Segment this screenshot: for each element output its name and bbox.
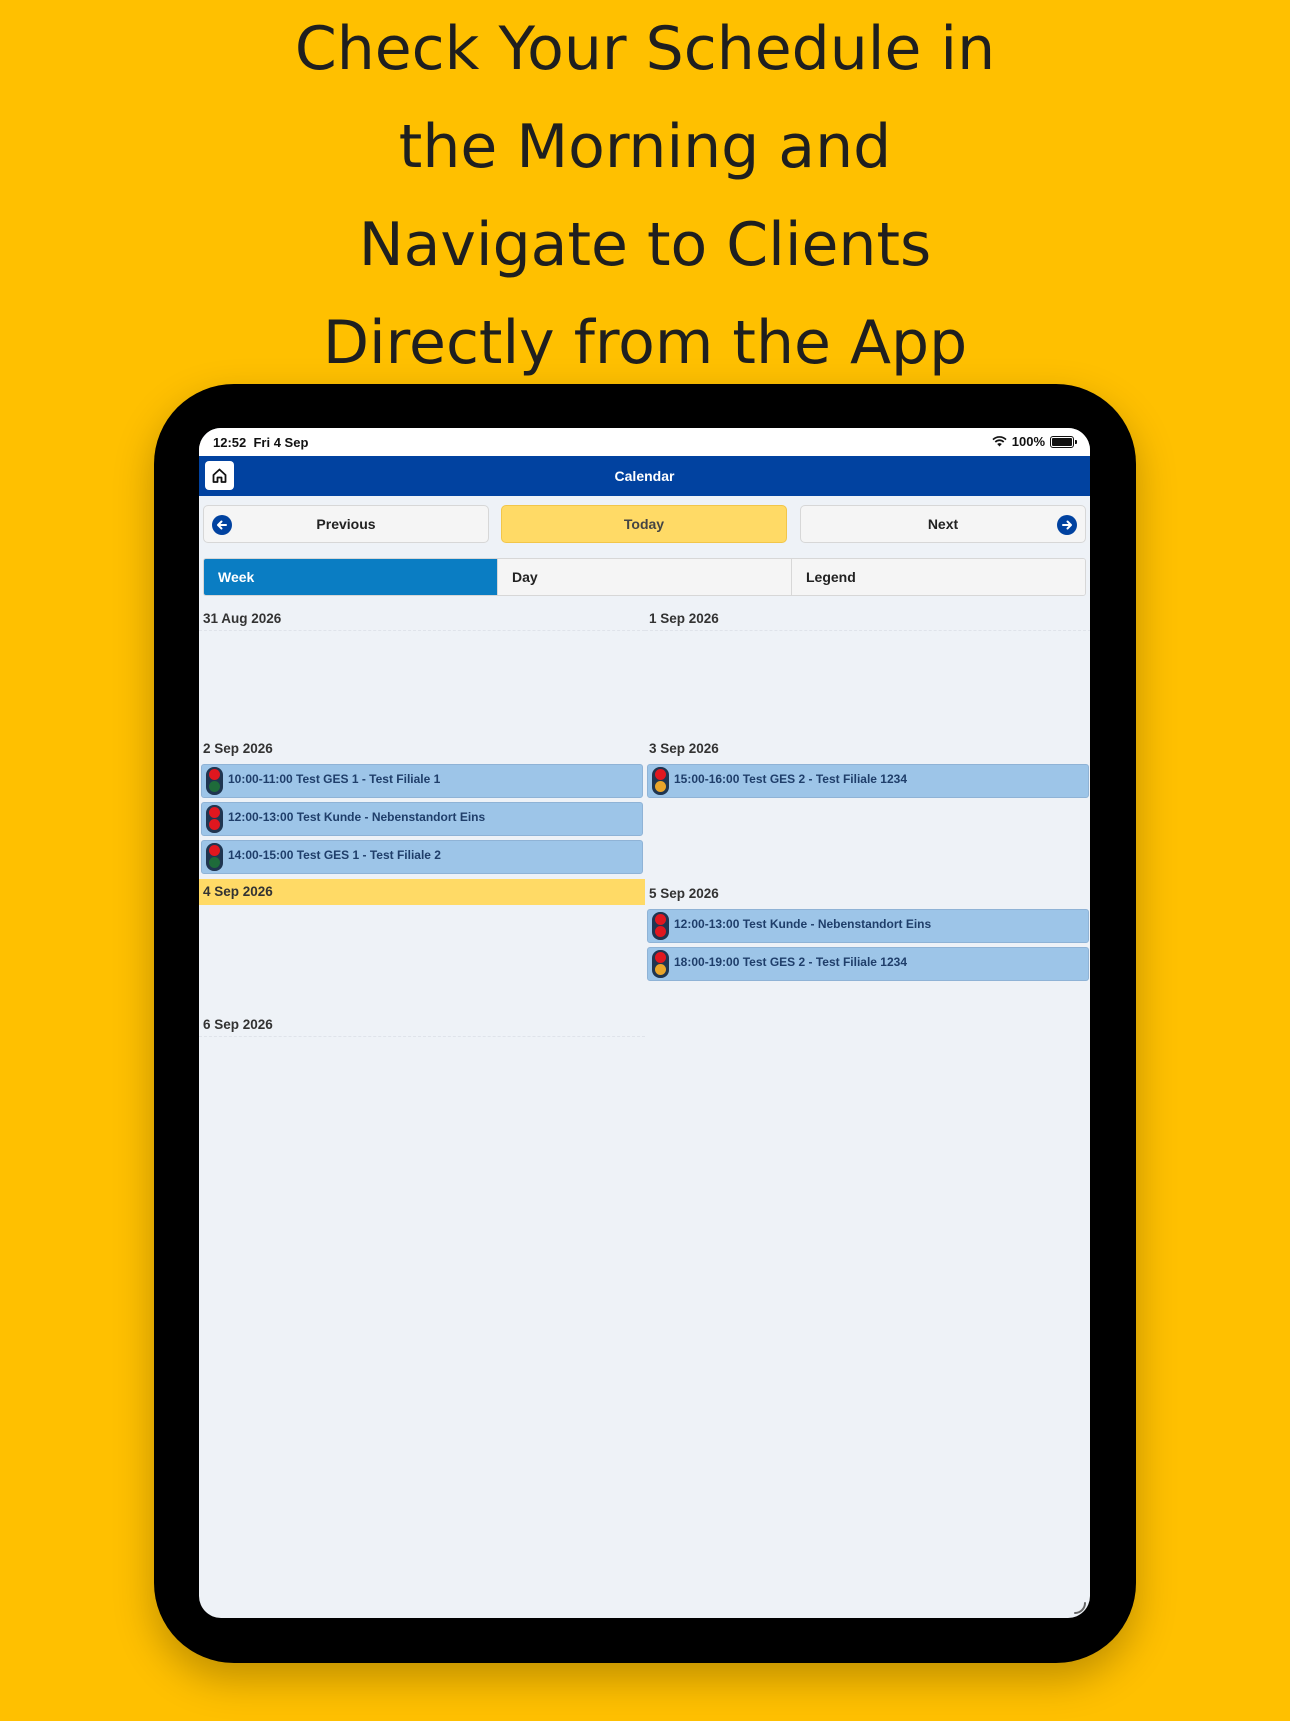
event-item[interactable]: 10:00-11:00 Test GES 1 - Test Filiale 1 xyxy=(201,764,643,798)
battery-percent: 100% xyxy=(1011,434,1045,449)
day-cell-5-sep[interactable]: 5 Sep 2026 12:00-13:00 Test Kunde - Nebe… xyxy=(645,883,1090,981)
traffic-light-icon xyxy=(652,912,669,940)
headline-line-1: Check Your Schedule in xyxy=(294,14,996,84)
day-header: 31 Aug 2026 xyxy=(199,608,645,631)
event-text: 12:00-13:00 Test Kunde - Nebenstandort E… xyxy=(228,810,486,824)
day-header: 6 Sep 2026 xyxy=(199,1014,645,1037)
day-cell-3-sep[interactable]: 3 Sep 2026 15:00-16:00 Test GES 2 - Test… xyxy=(645,738,1090,798)
traffic-light-icon xyxy=(652,767,669,795)
traffic-light-icon xyxy=(206,843,223,871)
day-cell-6-sep[interactable]: 6 Sep 2026 xyxy=(199,1014,645,1037)
status-date: Fri 4 Sep xyxy=(253,435,309,450)
day-header: 5 Sep 2026 xyxy=(649,886,719,901)
day-header: 3 Sep 2026 xyxy=(649,741,719,756)
day-header: 1 Sep 2026 xyxy=(645,608,1090,631)
event-text: 14:00-15:00 Test GES 1 - Test Filiale 2 xyxy=(228,848,441,862)
tab-legend[interactable]: Legend xyxy=(792,559,1085,595)
traffic-light-icon xyxy=(206,805,223,833)
status-bar: 12:52 Fri 4 Sep 100% xyxy=(199,428,1090,456)
date-navigation: Previous Today Next xyxy=(203,505,1086,543)
day-cell-4-sep[interactable]: 4 Sep 2026 xyxy=(199,879,645,905)
next-button[interactable]: Next xyxy=(800,505,1086,543)
resize-handle-icon[interactable] xyxy=(1072,1600,1086,1614)
previous-label: Previous xyxy=(316,516,376,532)
previous-button[interactable]: Previous xyxy=(203,505,489,543)
event-text: 12:00-13:00 Test Kunde - Nebenstandort E… xyxy=(674,917,932,931)
app-screen: 12:52 Fri 4 Sep 100% Calendar Previous T… xyxy=(199,428,1090,1618)
event-text: 15:00-16:00 Test GES 2 - Test Filiale 12… xyxy=(674,772,908,786)
event-item[interactable]: 12:00-13:00 Test Kunde - Nebenstandort E… xyxy=(647,909,1089,943)
today-button[interactable]: Today xyxy=(501,505,787,543)
headline-line-4: Directly from the App xyxy=(322,308,968,378)
status-time: 12:52 xyxy=(213,435,247,450)
status-right: 100% xyxy=(992,434,1077,449)
day-cell-1-sep[interactable]: 1 Sep 2026 xyxy=(645,608,1090,631)
headline-line-3: Navigate to Clients xyxy=(358,210,932,280)
event-item[interactable]: 12:00-13:00 Test Kunde - Nebenstandort E… xyxy=(201,802,643,836)
headline-line-2: the Morning and xyxy=(398,112,892,182)
event-item[interactable]: 18:00-19:00 Test GES 2 - Test Filiale 12… xyxy=(647,947,1089,981)
event-item[interactable]: 14:00-15:00 Test GES 1 - Test Filiale 2 xyxy=(201,840,643,874)
event-text: 10:00-11:00 Test GES 1 - Test Filiale 1 xyxy=(228,772,441,786)
tab-week[interactable]: Week xyxy=(204,559,498,595)
traffic-light-icon xyxy=(652,950,669,978)
day-cell-2-sep[interactable]: 2 Sep 2026 10:00-11:00 Test GES 1 - Test… xyxy=(199,738,645,874)
wifi-icon xyxy=(992,436,1007,447)
status-time-date: 12:52 Fri 4 Sep xyxy=(213,435,308,450)
view-tabs: Week Day Legend xyxy=(203,558,1086,596)
traffic-light-icon xyxy=(206,767,223,795)
tablet-frame: 12:52 Fri 4 Sep 100% Calendar Previous T… xyxy=(154,384,1136,1663)
nav-title: Calendar xyxy=(614,468,675,484)
battery-icon xyxy=(1050,435,1077,448)
tab-day[interactable]: Day xyxy=(498,559,792,595)
today-label: Today xyxy=(623,516,665,532)
arrow-left-icon xyxy=(212,515,232,535)
marketing-headline: Check Your Schedule in the Morning and N… xyxy=(0,0,1290,392)
day-cell-31-aug[interactable]: 31 Aug 2026 xyxy=(199,608,645,631)
day-header-today: 4 Sep 2026 xyxy=(199,879,645,905)
next-label: Next xyxy=(927,516,959,532)
event-item[interactable]: 15:00-16:00 Test GES 2 - Test Filiale 12… xyxy=(647,764,1089,798)
day-header: 2 Sep 2026 xyxy=(203,741,273,756)
nav-bar: Calendar xyxy=(199,456,1090,496)
arrow-right-icon xyxy=(1057,515,1077,535)
event-text: 18:00-19:00 Test GES 2 - Test Filiale 12… xyxy=(674,955,908,969)
